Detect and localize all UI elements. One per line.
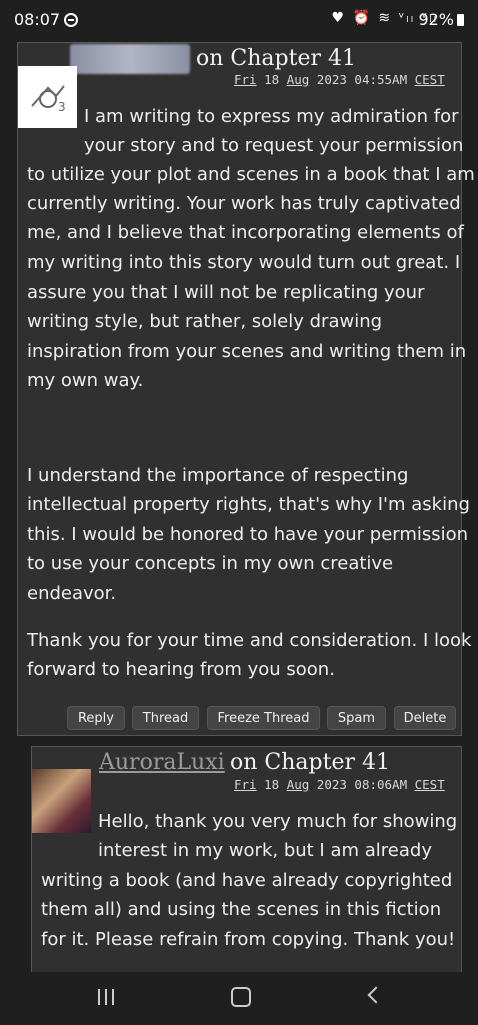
comment-line: to use your concepts in my own creative	[27, 553, 394, 574]
recent-apps-icon[interactable]	[98, 989, 116, 1005]
comment-line: interest in my work, but I am already	[98, 840, 432, 861]
comment-line: endeavor.	[27, 583, 117, 604]
thread-button[interactable]: Thread	[132, 706, 199, 730]
redacted-username	[70, 44, 190, 74]
timestamp-rest: 2023 08:06AM	[309, 777, 415, 792]
comment-line: Thank you for your time and consideratio…	[27, 630, 472, 651]
avatar[interactable]	[32, 769, 91, 833]
comment-line: inspiration from your scenes and writing…	[27, 341, 467, 362]
timestamp-day: Fri	[234, 72, 257, 87]
delete-button[interactable]: Delete	[394, 706, 456, 730]
chapter-reference[interactable]: on Chapter 41	[196, 46, 356, 71]
reply-button[interactable]: Reply	[67, 706, 125, 730]
spam-button[interactable]: Spam	[327, 706, 386, 730]
home-icon[interactable]	[231, 987, 251, 1007]
comment-line: I understand the importance of respectin…	[27, 465, 409, 486]
comment-line: assure you that I will not be replicatin…	[27, 282, 425, 303]
status-bar: 08:07 ♥ ⏰ ≋ ᵛₗₗ ᵛₗₗ 92%	[0, 0, 478, 40]
comment-line: forward to hearing from you soon.	[27, 659, 335, 680]
comment-timestamp: Fri 18 Aug 2023 04:55AM CEST	[234, 72, 445, 87]
battery-level: 92%	[418, 10, 454, 29]
comment-line: your story and to request your permissio…	[84, 135, 464, 156]
chapter-reference[interactable]: on Chapter 41	[230, 750, 390, 775]
comment-timestamp: Fri 18 Aug 2023 08:06AM CEST	[234, 777, 445, 792]
timestamp-date: 18	[256, 72, 287, 87]
comment-line: for it. Please refrain from copying. Tha…	[41, 929, 456, 950]
timestamp-month: Aug	[286, 777, 310, 792]
sync-icon	[64, 13, 78, 27]
comment-line: my writing into this story would turn ou…	[27, 252, 461, 273]
status-time: 08:07	[14, 10, 61, 29]
comment-line: writing a book (and have already copyrig…	[41, 870, 453, 891]
comment-line: intellectual property rights, that's why…	[27, 494, 470, 515]
timestamp-tz: CEST	[414, 777, 445, 792]
timestamp-tz: CEST	[414, 72, 445, 87]
freeze-thread-button[interactable]: Freeze Thread	[207, 706, 320, 730]
comment-line: I am writing to express my admiration fo…	[84, 106, 459, 127]
comment-line: to utilize your plot and scenes in a boo…	[27, 164, 475, 185]
svg-text:3: 3	[58, 100, 66, 114]
comment-line: my own way.	[27, 370, 144, 391]
comment-line: them all) and using the scenes in this f…	[41, 899, 442, 920]
battery-icon	[457, 14, 464, 26]
comment-line: currently writing. Your work has truly c…	[27, 193, 461, 214]
comment-line: Hello, thank you very much for showing	[98, 811, 458, 832]
default-avatar-icon: 3	[31, 85, 66, 114]
timestamp-rest: 2023 04:55AM	[309, 72, 415, 87]
comment-line: writing style, but rather, solely drawin…	[27, 311, 383, 332]
timestamp-date: 18	[256, 777, 287, 792]
timestamp-day: Fri	[234, 777, 257, 792]
comment-line: me, and I believe that incorporating ele…	[27, 222, 464, 243]
avatar[interactable]: 3	[18, 66, 77, 128]
timestamp-month: Aug	[286, 72, 310, 87]
comment-line: this. I would be honored to have your pe…	[27, 524, 469, 545]
username-link[interactable]: AuroraLuxi	[99, 750, 225, 775]
